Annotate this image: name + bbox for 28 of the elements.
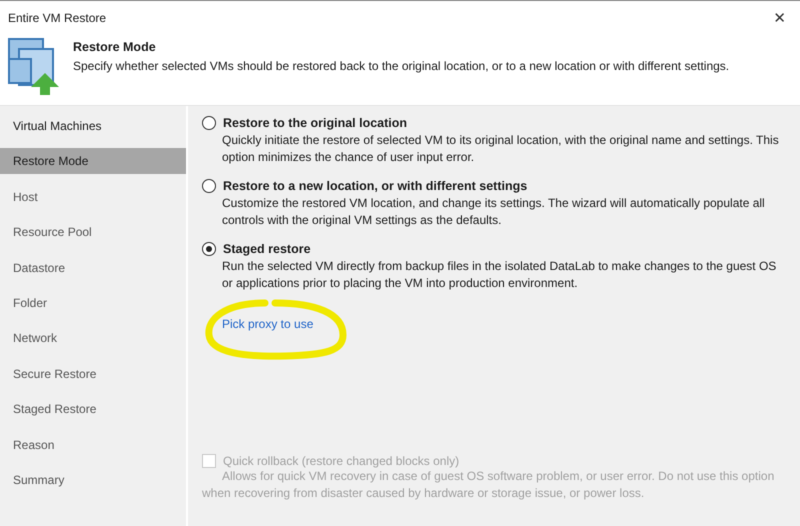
- sidebar-item[interactable]: Summary: [0, 466, 186, 493]
- sidebar-item[interactable]: Folder: [0, 290, 186, 316]
- vm-restore-icon: [7, 37, 61, 95]
- sidebar-item[interactable]: Restore Mode: [0, 148, 186, 174]
- checkbox-label: Quick rollback (restore changed blocks only): [223, 454, 460, 468]
- option-description: Run the selected VM directly from backup files in the isolated DataLab to make changes to the guest OS or applications prior to placing the VM into production environment.: [222, 258, 778, 292]
- close-button[interactable]: ✕: [769, 7, 790, 29]
- page-heading: Restore Mode: [73, 40, 157, 54]
- option-description: Quickly initiate the restore of selected VM to its original location, with the original name and settings. This option minimizes the chance of user input error.: [222, 132, 780, 166]
- page-description: Specify whether selected VMs should be restored back to the original location, or to a new location or with different settings.: [73, 59, 730, 73]
- sidebar-item[interactable]: Datastore: [0, 254, 186, 281]
- option-label: Staged restore: [223, 242, 311, 256]
- sidebar-item[interactable]: Virtual Machines: [0, 113, 186, 139]
- sidebar-item[interactable]: Secure Restore: [0, 360, 186, 387]
- option-description: Customize the restored VM location, and change its settings. The wizard will automatically populate all controls with the original VM settings as the defaults.: [222, 195, 766, 229]
- radio-button[interactable]: [202, 116, 216, 130]
- sidebar-item[interactable]: Network: [0, 325, 186, 352]
- sidebar-item[interactable]: Resource Pool: [0, 219, 186, 246]
- sidebar-item[interactable]: Reason: [0, 432, 186, 458]
- sidebar-item[interactable]: Host: [0, 184, 186, 210]
- option-label: Restore to a new location, or with different settings: [223, 179, 528, 193]
- window-title: Entire VM Restore: [8, 11, 106, 25]
- radio-button[interactable]: [202, 179, 216, 193]
- radio-button[interactable]: [202, 242, 216, 256]
- option-description: Allows for quick VM recovery in case of guest OS software problem, or user error. Do not use this option when recovering from disaster caused by hardware or storage issue, or power loss.: [202, 469, 774, 500]
- option-label: Restore to the original location: [223, 116, 408, 130]
- sidebar-item[interactable]: Staged Restore: [0, 396, 186, 422]
- pick-proxy-link[interactable]: Pick proxy to use: [222, 317, 314, 331]
